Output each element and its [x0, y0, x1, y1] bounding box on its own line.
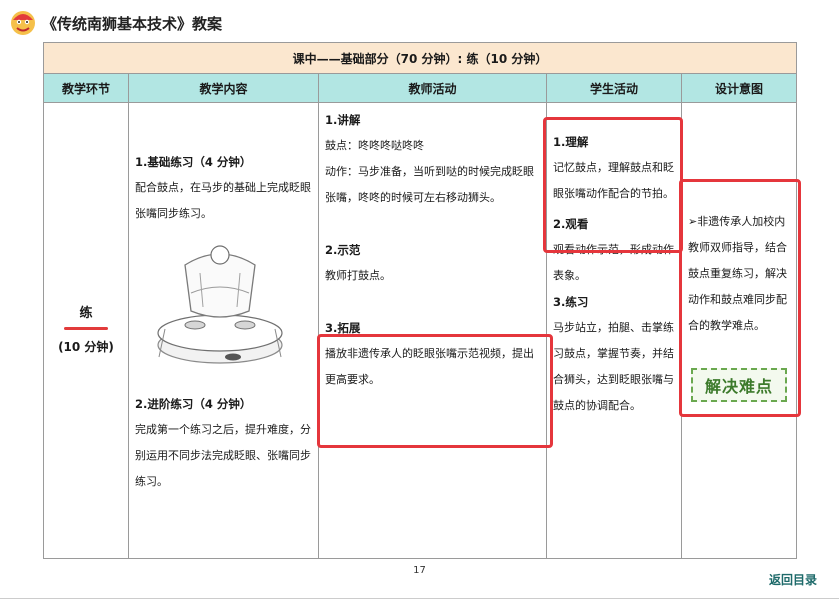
solve-difficulty-stamp: 解决难点	[691, 368, 787, 402]
teacher-section3-title: 3.拓展	[325, 321, 361, 335]
student-section1-text: 记忆鼓点，理解鼓点和眨眼张嘴动作配合的节拍。	[553, 161, 674, 200]
content-item2-text: 完成第一个练习之后，提升难度，分别运用不同步法完成眨眼、张嘴同步练习。	[135, 423, 311, 488]
teacher-section3-text: 播放非遗传承人的眨眼张嘴示范视频，提出更高要求。	[325, 347, 534, 386]
teacher-section1-line1: 鼓点：咚咚咚哒咚咚	[325, 139, 424, 152]
column-header-row: 教学环节 教学内容 教师活动 学生活动 设计意图	[43, 73, 798, 103]
section-title-row: 课中——基础部分（70 分钟）: 练（10 分钟）	[42, 42, 798, 74]
document-header: 《传统南狮基本技术》教案	[8, 8, 222, 38]
column-header-content: 教学内容	[128, 73, 319, 103]
lesson-plan-table: 课中——基础部分（70 分钟）: 练（10 分钟） 教学环节 教学内容 教师活动…	[42, 42, 798, 559]
section-title: 课中——基础部分（70 分钟）: 练（10 分钟）	[42, 42, 798, 74]
column-header-segment: 教学环节	[43, 73, 129, 103]
segment-name: 练	[79, 306, 93, 321]
column-header-design: 设计意图	[680, 73, 798, 103]
content-item1-text: 配合鼓点，在马步的基础上完成眨眼张嘴同步练习。	[135, 181, 311, 220]
content-item2-title: 2.进阶练习（4 分钟）	[135, 397, 252, 411]
red-underline-mark	[64, 327, 108, 330]
student-section3-title: 3.练习	[553, 295, 589, 309]
content-item1-title: 1.基础练习（4 分钟）	[135, 155, 252, 169]
student-section2-text: 观看动作示范，形成动作表象。	[553, 243, 674, 282]
teacher-section2-text: 教师打鼓点。	[325, 269, 391, 282]
content-cell: 1.基础练习（4 分钟） 配合鼓点，在马步的基础上完成眨眼张嘴同步练习。 2.进…	[128, 102, 319, 559]
page-number: 17	[413, 565, 426, 576]
student-section2-title: 2.观看	[553, 217, 589, 231]
student-section1-title: 1.理解	[553, 135, 589, 149]
lion-dance-sketch-illustration	[157, 245, 283, 364]
document-title: 《传统南狮基本技术》教案	[42, 14, 223, 33]
column-header-teacher: 教师活动	[318, 73, 547, 103]
column-header-student: 学生活动	[546, 73, 682, 103]
lesson-body-row: 练 (10 分钟) 1.基础练习（4 分钟） 配合鼓点，在马步的基础上完成眨眼张…	[43, 102, 798, 559]
student-activity-cell: 1.理解 记忆鼓点，理解鼓点和眨眼张嘴动作配合的节拍。 2.观看 观看动作示范，…	[546, 102, 682, 559]
segment-cell: 练 (10 分钟)	[43, 102, 129, 559]
lion-head-icon	[11, 11, 35, 35]
teacher-activity-cell: 1.讲解 鼓点：咚咚咚哒咚咚 动作：马步准备，当听到哒的时候完成眨眼张嘴，咚咚的…	[318, 102, 547, 559]
student-section3-text: 马步站立，拍腿、击掌练习鼓点，掌握节奏，并结合狮头，达到眨眼张嘴与鼓点的协调配合…	[553, 321, 674, 412]
lesson-plan-table-wrapper: 课中——基础部分（70 分钟）: 练（10 分钟） 教学环节 教学内容 教师活动…	[42, 42, 798, 559]
bottom-divider	[0, 598, 839, 599]
teacher-section2-title: 2.示范	[325, 243, 361, 257]
teacher-section1-line2: 动作：马步准备，当听到哒的时候完成眨眼张嘴，咚咚的时候可左右移动狮头。	[325, 165, 534, 204]
design-intent-cell: ➢非遗传承人加校内教师双师指导，结合鼓点重复练习，解决动作和鼓点难同步配合的教学…	[680, 102, 798, 559]
teacher-section1-title: 1.讲解	[325, 113, 361, 127]
segment-time: (10 分钟)	[58, 340, 114, 354]
return-to-contents-link[interactable]: 返回目录	[769, 571, 817, 588]
design-intent-text: ➢非遗传承人加校内教师双师指导，结合鼓点重复练习，解决动作和鼓点难同步配合的教学…	[688, 215, 787, 332]
